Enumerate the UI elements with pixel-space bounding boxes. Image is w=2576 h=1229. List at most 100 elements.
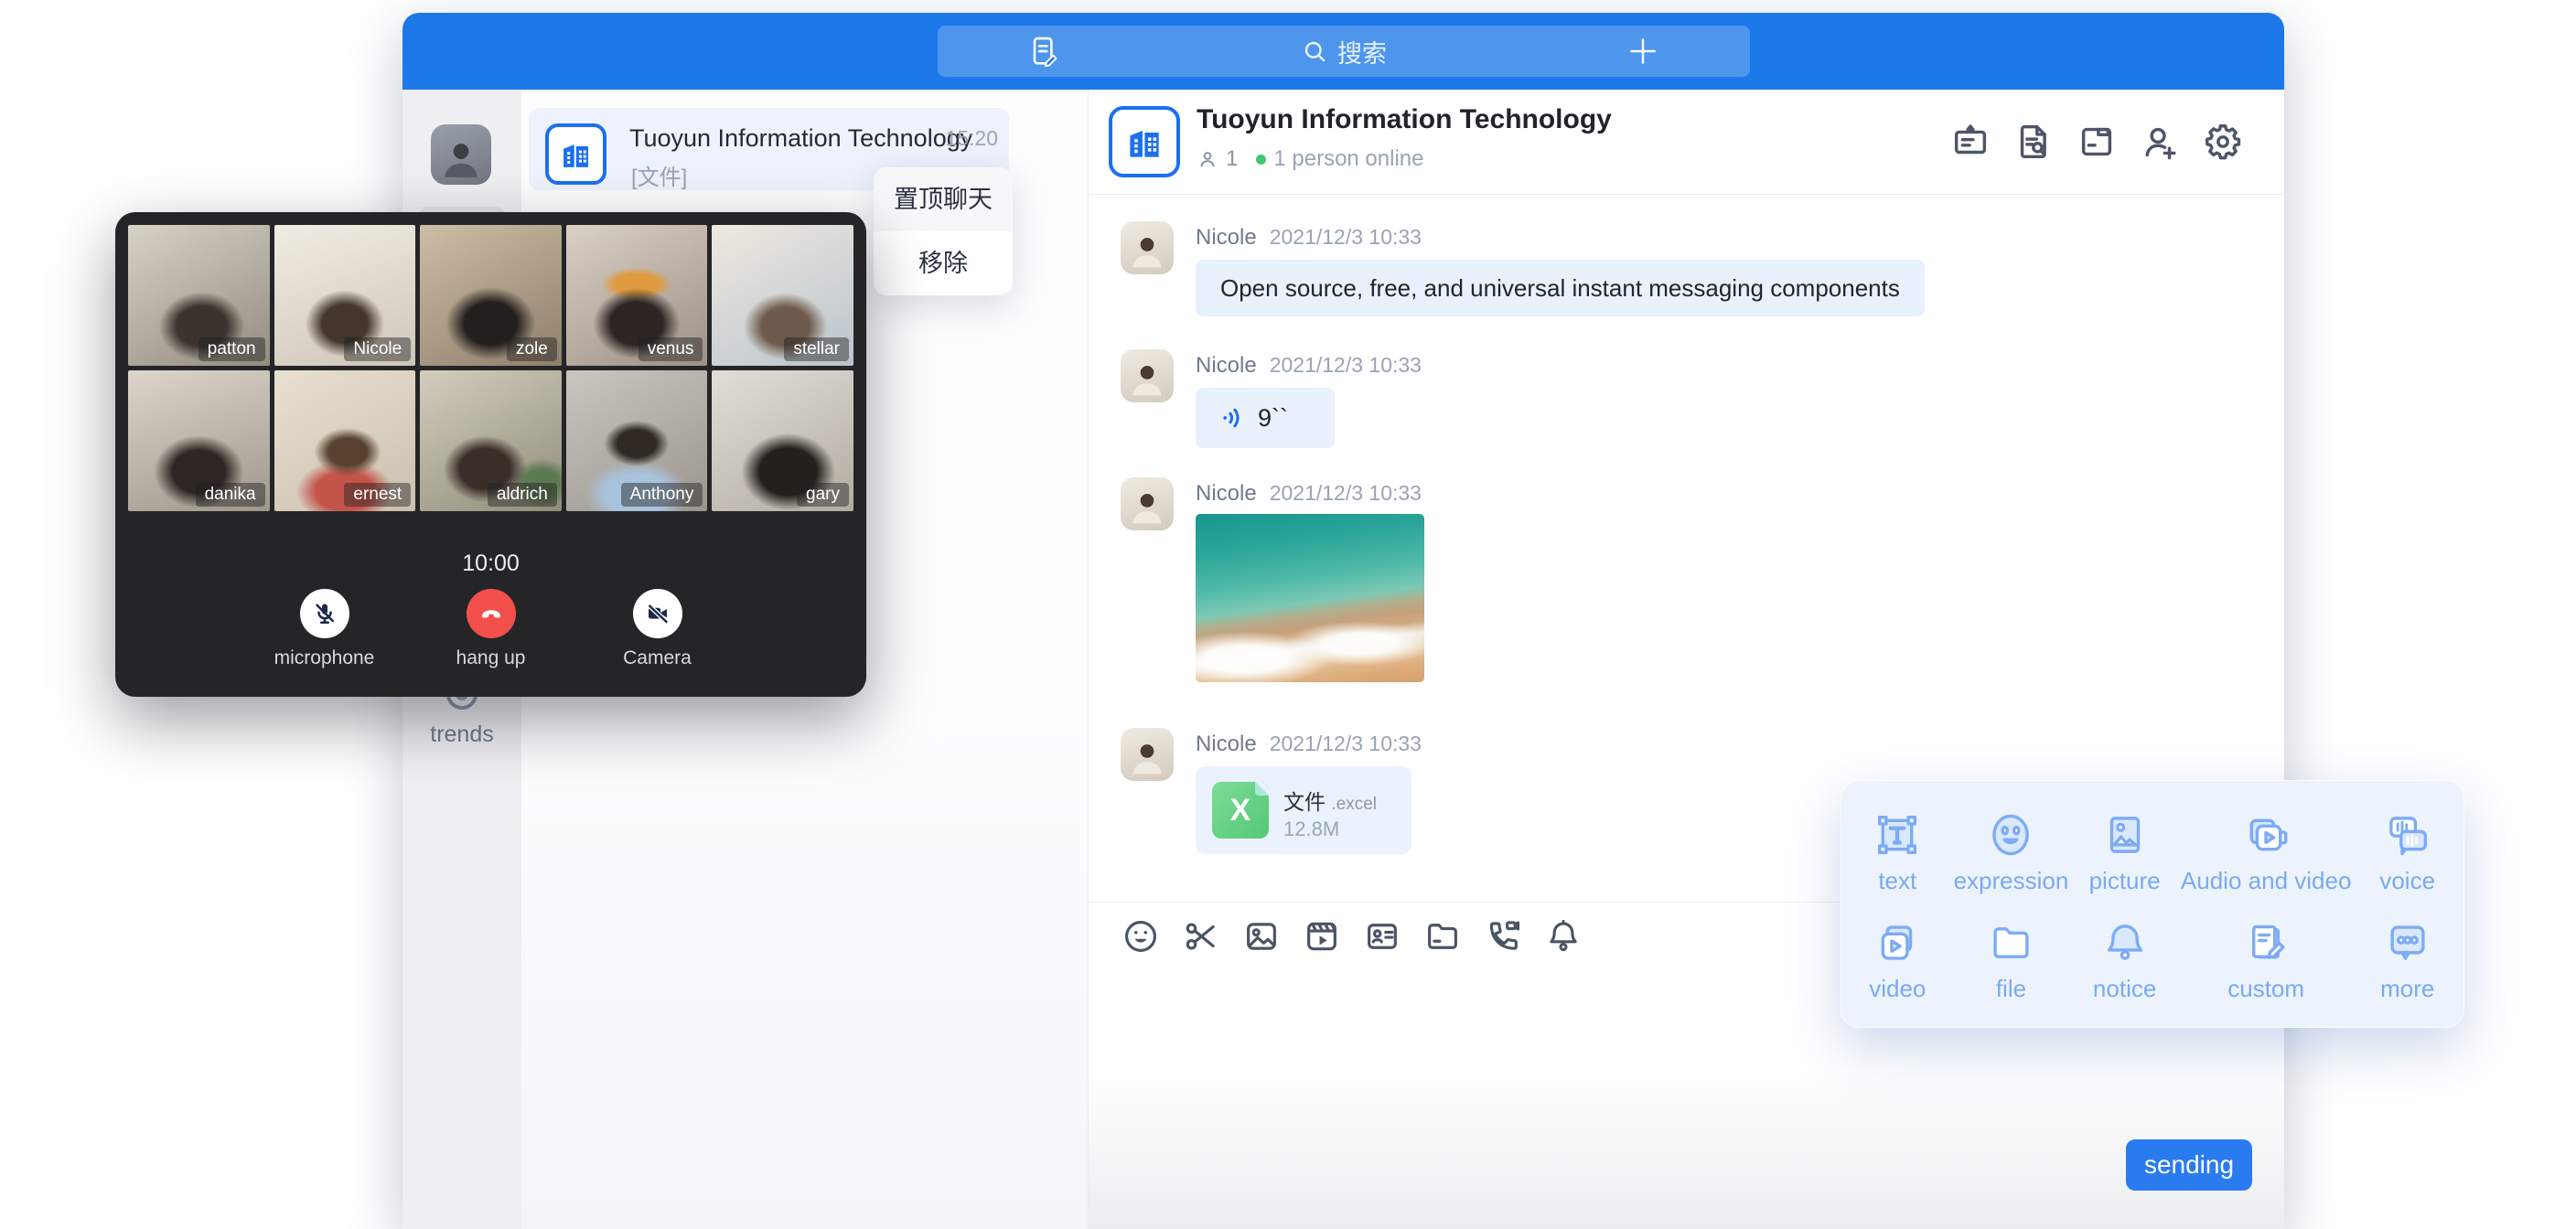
message-meta: Nicole 2021/12/3 10:33 [1196, 732, 1422, 757]
attach-item-text[interactable]: text [1841, 797, 1954, 906]
avatar-nicole[interactable] [1121, 221, 1174, 274]
chat-header-actions [1949, 121, 2244, 163]
menu-item-pin-chat[interactable]: 置顶聊天 [874, 167, 1013, 231]
avatar-nicole[interactable] [1121, 728, 1174, 781]
attach-item-more[interactable]: more [2351, 906, 2463, 1015]
message-meta: Nicole2021/12/3 10:33 [1196, 481, 1422, 507]
hang-up-button[interactable] [467, 589, 516, 638]
member-count: 1 [1226, 146, 1238, 172]
user-avatar[interactable] [431, 124, 491, 185]
participant-tile[interactable]: zole [420, 225, 562, 366]
avatar-nicole[interactable] [1121, 349, 1174, 402]
voice-message[interactable]: 9`` [1196, 388, 1335, 448]
file-attach-icon [1984, 916, 2037, 969]
settings-icon[interactable] [2202, 121, 2244, 163]
send-button[interactable]: sending [2126, 1139, 2252, 1191]
emoji-icon[interactable] [1122, 917, 1160, 956]
participant-tile[interactable]: gary [712, 370, 853, 511]
attach-item-file[interactable]: file [1954, 906, 2069, 1015]
hang-up-icon [478, 600, 505, 627]
sender-name: Nicole [1196, 481, 1257, 506]
microphone-label: microphone [270, 647, 380, 669]
video-clip-icon[interactable] [1303, 917, 1341, 956]
voice-wave-icon [1219, 404, 1247, 432]
participant-tile[interactable]: Anthony [566, 370, 708, 511]
more-attach-icon [2381, 916, 2434, 969]
attach-item-audio-video[interactable]: Audio and video [2181, 797, 2351, 906]
participant-tile[interactable]: aldrich [420, 370, 562, 511]
participant-name: stellar [784, 337, 849, 361]
search-placeholder: 搜索 [1337, 34, 1387, 69]
attach-item-voice[interactable]: voice [2351, 797, 2463, 906]
participant-tile[interactable]: venus [566, 225, 708, 366]
call-timer: 10:00 [115, 550, 866, 577]
custom-attach-icon [2239, 916, 2292, 969]
participant-tile[interactable]: Nicole [274, 225, 416, 366]
screenshot-scissors-icon[interactable] [1182, 917, 1220, 956]
camera-off-button[interactable] [633, 589, 682, 638]
picture-icon[interactable] [1242, 917, 1281, 956]
avatar-nicole[interactable] [1121, 477, 1174, 530]
message-time: 2021/12/3 10:33 [1270, 353, 1422, 377]
file-message[interactable]: X 文件 .excel 12.8M [1196, 766, 1411, 854]
file-size: 12.8M [1283, 818, 1339, 841]
notice-attach-icon [2098, 916, 2152, 969]
search-bar[interactable]: 搜索 [938, 26, 1750, 77]
chat-title: Tuoyun Information Technology [1197, 104, 1612, 135]
trends-label: trends [402, 721, 521, 748]
attach-item-custom[interactable]: custom [2181, 906, 2351, 1015]
search-icon [1301, 37, 1328, 65]
camera-off-icon [644, 600, 671, 627]
conversation-preview: [文件] [631, 159, 687, 191]
participant-tile[interactable]: danika [128, 370, 270, 511]
message-time: 2021/12/3 10:33 [1270, 732, 1422, 755]
voice-duration: 9`` [1258, 404, 1288, 433]
text-message[interactable]: Open source, free, and universal instant… [1196, 260, 1925, 316]
excel-file-icon: X [1212, 782, 1269, 839]
participant-tile[interactable]: patton [128, 225, 270, 366]
attach-item-picture[interactable]: picture [2068, 797, 2181, 906]
attachment-panel: text expression picture [1841, 780, 2464, 1028]
attach-item-video[interactable]: video [1841, 906, 1954, 1015]
contact-card-icon[interactable] [1363, 917, 1401, 956]
add-member-icon[interactable] [2139, 121, 2181, 163]
message-meta: Nicole2021/12/3 10:33 [1196, 225, 1422, 251]
video-call-icon[interactable] [1484, 917, 1522, 956]
microphone-mute-button[interactable] [300, 589, 349, 638]
image-message-beach[interactable] [1196, 514, 1424, 682]
participant-name: gary [797, 483, 849, 507]
history-search-icon[interactable] [2012, 121, 2055, 163]
group-avatar-icon [545, 123, 606, 185]
sender-name: Nicole [1196, 732, 1257, 756]
files-icon[interactable] [2076, 121, 2118, 163]
screenshot-root: 搜索 [0, 0, 2576, 1229]
hang-up-label: hang up [436, 647, 546, 669]
plus-icon[interactable] [1626, 34, 1662, 70]
participant-name: venus [639, 337, 703, 361]
conversation-context-menu: 置顶聊天 移除 [874, 167, 1013, 295]
participant-name: aldrich [488, 483, 557, 507]
chat-subtitle: 1 1 person online [1197, 146, 1423, 172]
sender-name: Nicole [1196, 225, 1257, 250]
participant-name: zole [507, 337, 557, 361]
notification-bell-icon[interactable] [1544, 917, 1583, 956]
expression-icon [1984, 808, 2037, 861]
participant-tile[interactable]: stellar [712, 225, 853, 366]
video-call-overlay: patton Nicole zole venus stellar danika … [115, 212, 866, 697]
call-controls: microphone hang up Camer [115, 589, 866, 669]
file-name: 文件 [1283, 790, 1326, 814]
conversation-time: 15:20 [945, 126, 998, 151]
audio-video-icon [2239, 808, 2292, 861]
voice-attach-icon [2381, 808, 2434, 861]
participant-name: patton [199, 337, 265, 361]
participant-tile[interactable]: ernest [274, 370, 416, 511]
attach-item-notice[interactable]: notice [2068, 906, 2181, 1015]
attach-item-expression[interactable]: expression [1954, 797, 2069, 906]
menu-item-remove[interactable]: 移除 [874, 231, 1013, 295]
file-extension: .excel [1331, 795, 1377, 814]
notice-board-icon[interactable] [1949, 121, 1991, 163]
picture-attach-icon [2098, 808, 2152, 861]
participant-name: ernest [344, 483, 411, 507]
mic-off-icon [311, 600, 338, 627]
file-folder-icon[interactable] [1423, 917, 1462, 956]
